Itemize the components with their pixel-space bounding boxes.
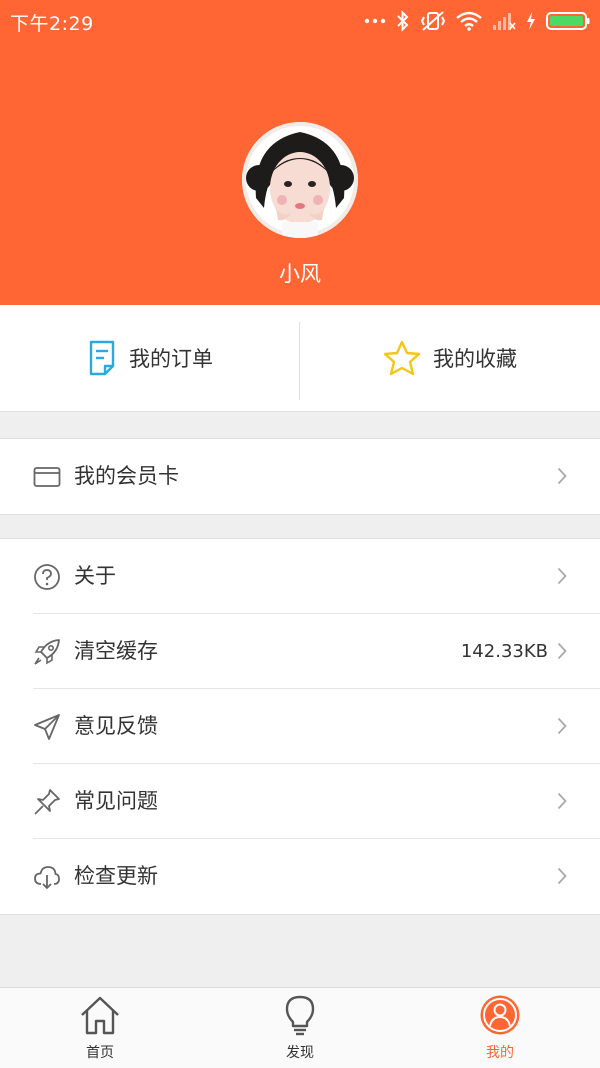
- tab-discover[interactable]: 发现: [200, 988, 400, 1068]
- settings-label-about: 关于: [74, 564, 116, 588]
- tab-home-label: 首页: [86, 1045, 114, 1061]
- signal-icon: [493, 13, 516, 30]
- chevron-right-icon: [557, 467, 567, 485]
- settings-row-feedback[interactable]: 意见反馈: [0, 689, 600, 764]
- cache-size-value: 142.33KB: [460, 641, 548, 662]
- settings-label-faq: 常见问题: [74, 789, 158, 813]
- member-card-label: 我的会员卡: [74, 464, 179, 488]
- more-dots-icon: [364, 18, 386, 24]
- bottom-tab-bar: 首页 发现 我的: [0, 987, 600, 1068]
- wifi-icon: [456, 11, 482, 31]
- settings-label-check-update: 检查更新: [74, 864, 158, 888]
- status-bar: 下午2:29: [0, 0, 600, 42]
- order-document-icon: [89, 340, 115, 376]
- settings-row-check-update[interactable]: 检查更新: [0, 839, 600, 914]
- chevron-right-icon: [557, 867, 567, 885]
- chevron-right-icon: [557, 717, 567, 735]
- status-icons: [364, 9, 590, 33]
- lightbulb-icon: [285, 995, 315, 1036]
- tab-discover-label: 发现: [286, 1045, 314, 1061]
- avatar[interactable]: [242, 122, 358, 238]
- profile-header: 下午2:29 小风: [0, 0, 600, 305]
- settings-row-about[interactable]: 关于: [0, 539, 600, 614]
- settings-row-faq[interactable]: 常见问题: [0, 764, 600, 839]
- pin-icon: [34, 789, 60, 815]
- chevron-right-icon: [557, 567, 567, 585]
- settings-label-feedback: 意见反馈: [74, 714, 158, 738]
- chevron-right-icon: [557, 642, 567, 660]
- chevron-right-icon: [557, 792, 567, 810]
- charging-icon: [527, 12, 535, 30]
- vibrate-off-icon: [420, 11, 446, 31]
- settings-section: 关于 清空缓存 142.33KB 意见反馈 常见问题 检查更新: [0, 538, 600, 915]
- home-icon: [81, 996, 119, 1035]
- my-orders-button[interactable]: 我的订单: [0, 305, 300, 411]
- battery-icon: [546, 12, 590, 30]
- username: 小风: [279, 262, 321, 286]
- status-time: 下午2:29: [10, 13, 94, 35]
- tab-me[interactable]: 我的: [400, 988, 600, 1068]
- tab-home[interactable]: 首页: [0, 988, 200, 1068]
- rocket-icon: [34, 639, 60, 665]
- my-favorites-button[interactable]: 我的收藏: [300, 305, 600, 411]
- quick-actions: 我的订单 我的收藏: [0, 305, 600, 412]
- settings-row-clear-cache[interactable]: 清空缓存 142.33KB: [0, 614, 600, 689]
- card-icon: [33, 467, 61, 487]
- my-orders-label: 我的订单: [129, 347, 213, 371]
- cloud-download-icon: [34, 866, 60, 890]
- tab-me-label: 我的: [486, 1045, 514, 1061]
- member-card-row[interactable]: 我的会员卡: [0, 439, 600, 514]
- my-favorites-label: 我的收藏: [433, 347, 517, 371]
- paper-plane-icon: [34, 714, 60, 740]
- star-icon: [383, 340, 421, 376]
- bluetooth-icon: [397, 10, 409, 32]
- settings-label-clear-cache: 清空缓存: [74, 639, 158, 663]
- question-circle-icon: [34, 564, 60, 590]
- avatar-photo: [242, 122, 358, 238]
- member-section: 我的会员卡: [0, 438, 600, 515]
- user-icon: [480, 995, 520, 1035]
